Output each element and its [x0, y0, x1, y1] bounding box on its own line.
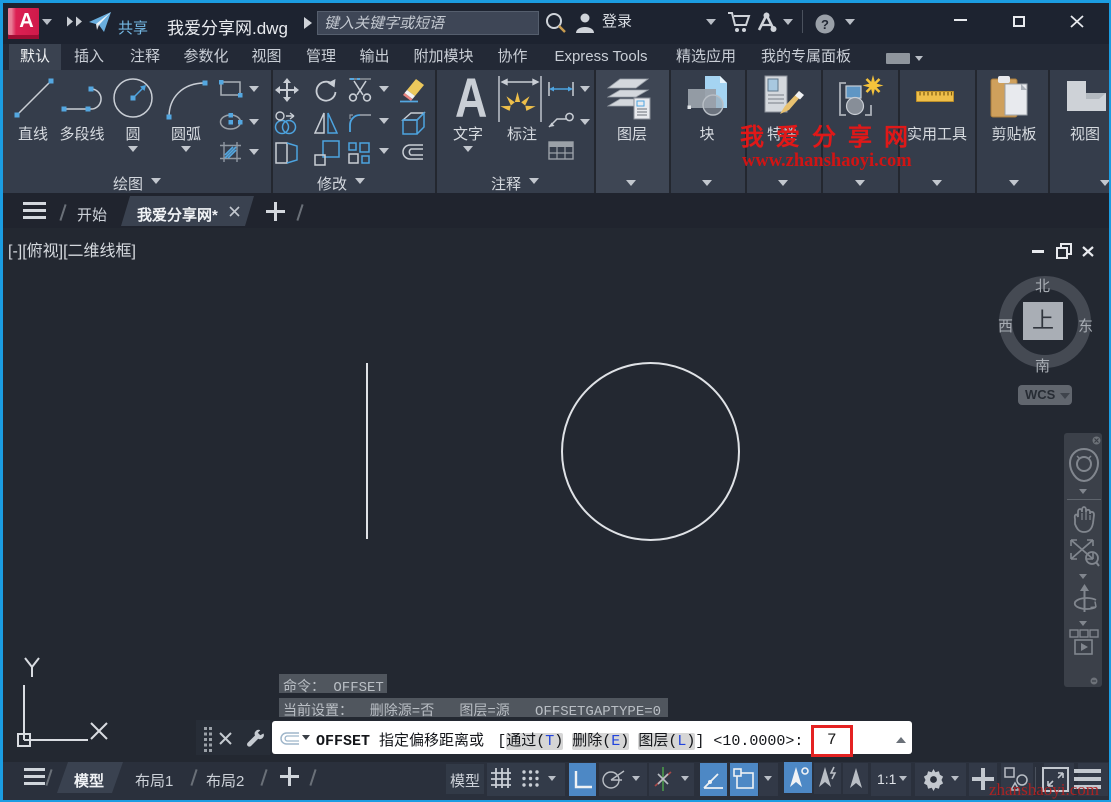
svg-text:?: ?: [821, 17, 829, 32]
